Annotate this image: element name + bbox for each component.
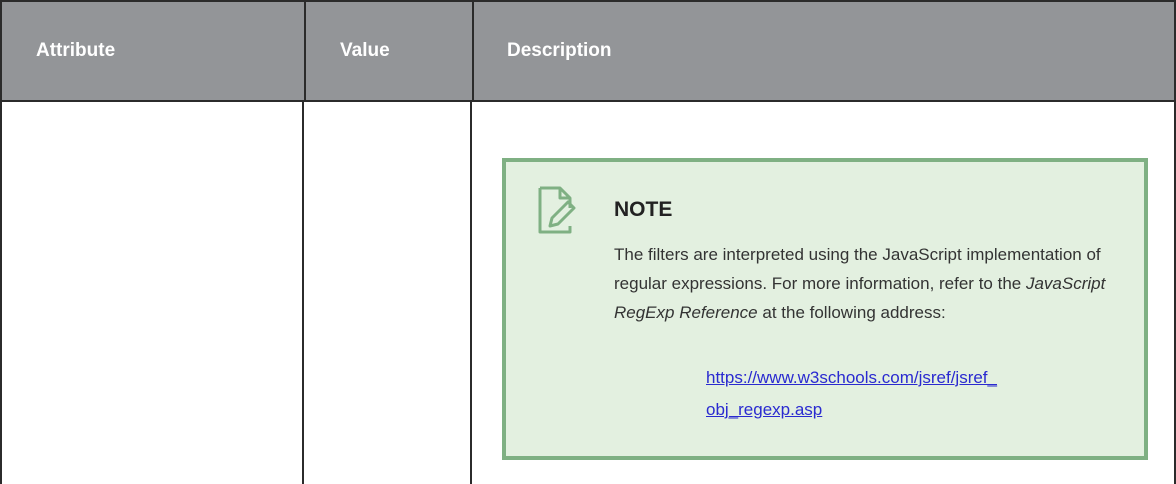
- header-description: Description: [507, 40, 612, 61]
- header-divider: [472, 2, 474, 100]
- note-text-after: at the following address:: [757, 303, 946, 322]
- cell-border: [302, 102, 304, 484]
- header-attribute: Attribute: [36, 40, 116, 61]
- link-line-1[interactable]: https://www.w3schools.com/jsref/jsref_: [706, 368, 997, 387]
- link-line-2[interactable]: obj_regexp.asp: [706, 400, 822, 419]
- note-pencil-icon: [536, 186, 576, 234]
- cell-border: [0, 102, 2, 484]
- header-divider: [304, 2, 306, 100]
- note-callout: NOTE The filters are interpreted using t…: [502, 158, 1148, 460]
- table-body-row: NOTE The filters are interpreted using t…: [0, 102, 1176, 484]
- note-title: NOTE: [614, 198, 673, 221]
- attributes-table: Attribute Value Description NOTE The fil…: [0, 0, 1176, 484]
- header-value: Value: [340, 40, 390, 61]
- cell-border: [470, 102, 472, 484]
- regexp-reference-link[interactable]: https://www.w3schools.com/jsref/jsref_ob…: [706, 362, 1126, 426]
- table-header-row: Attribute Value Description: [0, 0, 1176, 102]
- note-body: The filters are interpreted using the Ja…: [614, 240, 1124, 327]
